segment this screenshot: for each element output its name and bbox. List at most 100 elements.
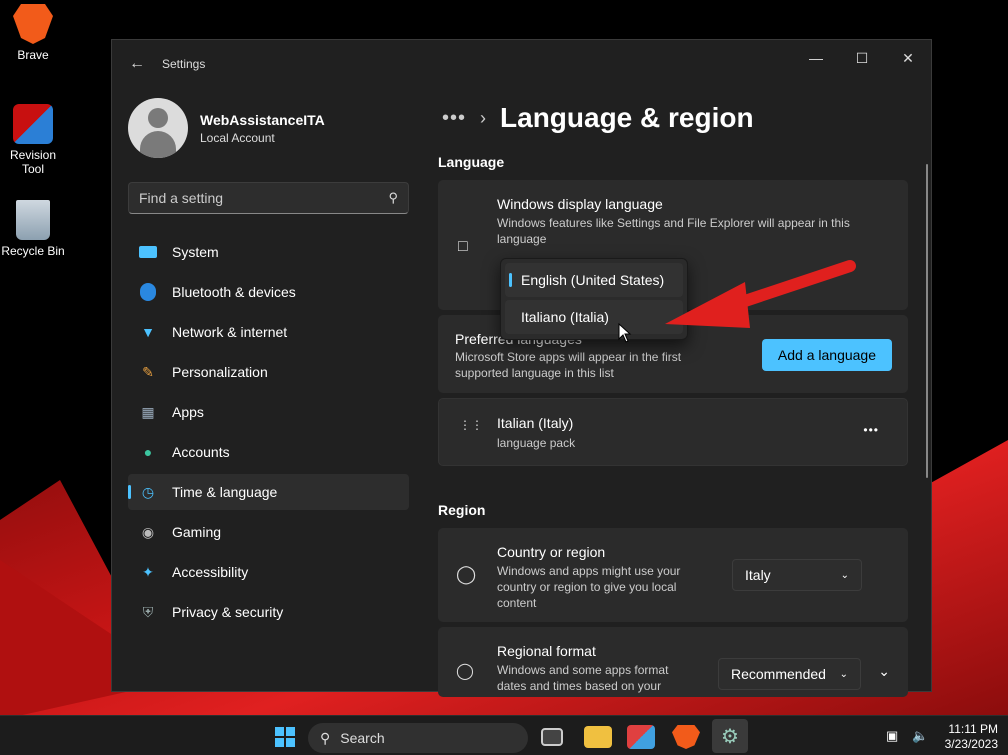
desktop-icon-brave[interactable]: Brave <box>0 4 66 62</box>
regional-format-title: Regional format <box>497 643 596 659</box>
regional-format-value: Recommended <box>731 666 826 682</box>
breadcrumb: ••• › Language & region <box>442 102 754 134</box>
section-title-language: Language <box>438 154 505 170</box>
search-icon[interactable]: ⚲ <box>388 190 398 206</box>
gaming-icon: ◉ <box>141 523 155 540</box>
taskbar-search[interactable]: ⚲ Search <box>308 723 528 753</box>
chevron-down-icon: ⌄ <box>840 569 849 581</box>
shield-icon: ⛨ <box>142 603 154 620</box>
minimize-button[interactable]: — <box>793 40 839 76</box>
sidebar-item-label: Personalization <box>172 364 268 380</box>
taskbar: ⚲ Search ⚙ ▣ 🔈 11:11 PM 3/23/2023 <box>0 715 1008 755</box>
display-language-title: Windows display language <box>497 196 663 212</box>
page-title: Language & region <box>500 102 754 133</box>
add-language-button[interactable]: Add a language <box>761 339 892 371</box>
regional-format-card: ◯ Regional format Windows and some apps … <box>438 627 908 697</box>
desktop-icon-revision-tool[interactable]: Revision Tool <box>0 104 66 176</box>
sidebar-item-label: Time & language <box>172 484 278 500</box>
system-icon <box>138 242 158 262</box>
profile[interactable]: WebAssistanceITA Local Account <box>128 98 325 158</box>
network-icon[interactable]: ▣ <box>886 728 898 744</box>
desktop-icon-label: Brave <box>17 48 49 62</box>
time-language-icon: ◷ <box>141 483 155 500</box>
display-language-desc: Windows features like Settings and File … <box>497 216 850 246</box>
profile-name: WebAssistanceITA <box>200 111 325 128</box>
regional-format-dropdown[interactable]: Recommended ⌄ <box>718 658 861 690</box>
country-dropdown-value: Italy <box>745 567 771 583</box>
search-box: ⚲ <box>128 182 409 214</box>
revision-tool-icon <box>13 104 53 144</box>
task-view-icon[interactable] <box>541 728 563 746</box>
wifi-icon: ▼ <box>141 324 155 340</box>
drag-handle-icon[interactable]: ⋮⋮ <box>459 419 483 431</box>
close-button[interactable]: ✕ <box>885 40 931 76</box>
regional-format-desc: Windows and some apps format dates and t… <box>497 663 669 693</box>
annotation-arrow <box>665 260 856 328</box>
volume-icon[interactable]: 🔈 <box>912 728 928 744</box>
sidebar-item-time-language[interactable]: ◷ Time & language <box>128 474 409 510</box>
language-item-desc: language pack <box>497 436 576 450</box>
country-dropdown[interactable]: Italy ⌄ <box>732 559 862 591</box>
preferred-languages-desc: Microsoft Store apps will appear in the … <box>455 350 682 380</box>
chevron-down-icon: ⌄ <box>839 668 848 680</box>
search-icon: ⚲ <box>320 729 331 746</box>
brave-icon <box>13 4 53 44</box>
sidebar-item-gaming[interactable]: ◉ Gaming <box>128 514 409 550</box>
arrow-head <box>665 282 750 328</box>
back-arrow-icon[interactable]: ← <box>112 55 162 73</box>
brave-taskbar-icon[interactable] <box>672 725 700 749</box>
recycle-bin-icon <box>16 200 50 240</box>
mouse-cursor-icon <box>618 323 632 343</box>
arrow-shaft <box>724 260 856 312</box>
sidebar-item-label: Bluetooth & devices <box>172 284 296 300</box>
settings-taskbar-icon[interactable]: ⚙ <box>712 719 748 753</box>
sidebar-item-accounts[interactable]: ● Accounts <box>128 434 409 470</box>
language-option[interactable]: Italiano (Italia) <box>505 300 683 334</box>
desktop-icon-label: Recycle Bin <box>1 244 65 258</box>
scrollbar[interactable] <box>926 164 928 478</box>
desktop-icon-recycle-bin[interactable]: Recycle Bin <box>0 200 66 258</box>
sidebar-item-apps[interactable]: ▦ Apps <box>128 394 409 430</box>
sidebar-item-system[interactable]: System <box>128 234 409 270</box>
sidebar-item-label: Accessibility <box>172 564 249 580</box>
sidebar-item-label: Gaming <box>172 524 222 540</box>
accessibility-icon: ✦ <box>142 563 154 580</box>
accounts-icon: ● <box>143 444 153 460</box>
sidebar-item-label: Accounts <box>172 444 230 460</box>
language-option[interactable]: English (United States) <box>505 263 683 297</box>
sidebar-item-bluetooth[interactable]: Bluetooth & devices <box>128 274 409 310</box>
expand-chevron-icon[interactable]: ⌄ <box>878 663 890 680</box>
bluetooth-icon <box>138 282 158 302</box>
taskbar-search-label: Search <box>340 730 385 746</box>
sidebar-item-label: Network & internet <box>172 324 288 340</box>
laptop-icon: □ <box>458 238 468 255</box>
microsoft-store-icon[interactable] <box>627 725 655 749</box>
sidebar-item-accessibility[interactable]: ✦ Accessibility <box>128 554 409 590</box>
clock[interactable]: 11:11 PM 3/23/2023 <box>945 722 998 752</box>
sidebar-item-network[interactable]: ▼ Network & internet <box>128 314 409 350</box>
sidebar-item-label: System <box>172 244 219 260</box>
more-options-button[interactable]: ••• <box>863 423 879 437</box>
sidebar-item-privacy[interactable]: ⛨ Privacy & security <box>128 594 409 630</box>
sidebar-item-personalization[interactable]: ✎ Personalization <box>128 354 409 390</box>
window-title: Settings <box>162 57 206 71</box>
profile-type: Local Account <box>200 130 275 145</box>
main-content: Language □ Windows display language Wind… <box>438 148 908 702</box>
breadcrumb-more[interactable]: ••• <box>442 107 466 130</box>
maximize-button[interactable]: ☐ <box>839 40 885 76</box>
globe-icon: ◯ <box>456 564 477 584</box>
language-item[interactable]: ⋮⋮ Italian (Italy) language pack ••• <box>438 398 908 466</box>
sidebar-item-label: Privacy & security <box>172 604 284 620</box>
sidebar-item-label: Apps <box>172 404 204 420</box>
clock-date: 3/23/2023 <box>944 737 998 751</box>
settings-window: ← Settings — ☐ ✕ WebAssistanceITA Local … <box>111 39 932 697</box>
sidebar-nav: System Bluetooth & devices ▼ Network & in… <box>128 234 409 634</box>
desktop-icon-label: Revision Tool <box>9 148 57 176</box>
clock-time: 11:11 PM <box>948 722 998 736</box>
file-explorer-icon[interactable] <box>584 726 612 748</box>
search-input[interactable] <box>139 190 359 206</box>
windows-start-icon[interactable] <box>271 723 299 751</box>
country-region-title: Country or region <box>497 544 606 560</box>
regional-format-icon: ◯ <box>456 663 474 680</box>
chevron-right-icon: › <box>480 107 487 128</box>
